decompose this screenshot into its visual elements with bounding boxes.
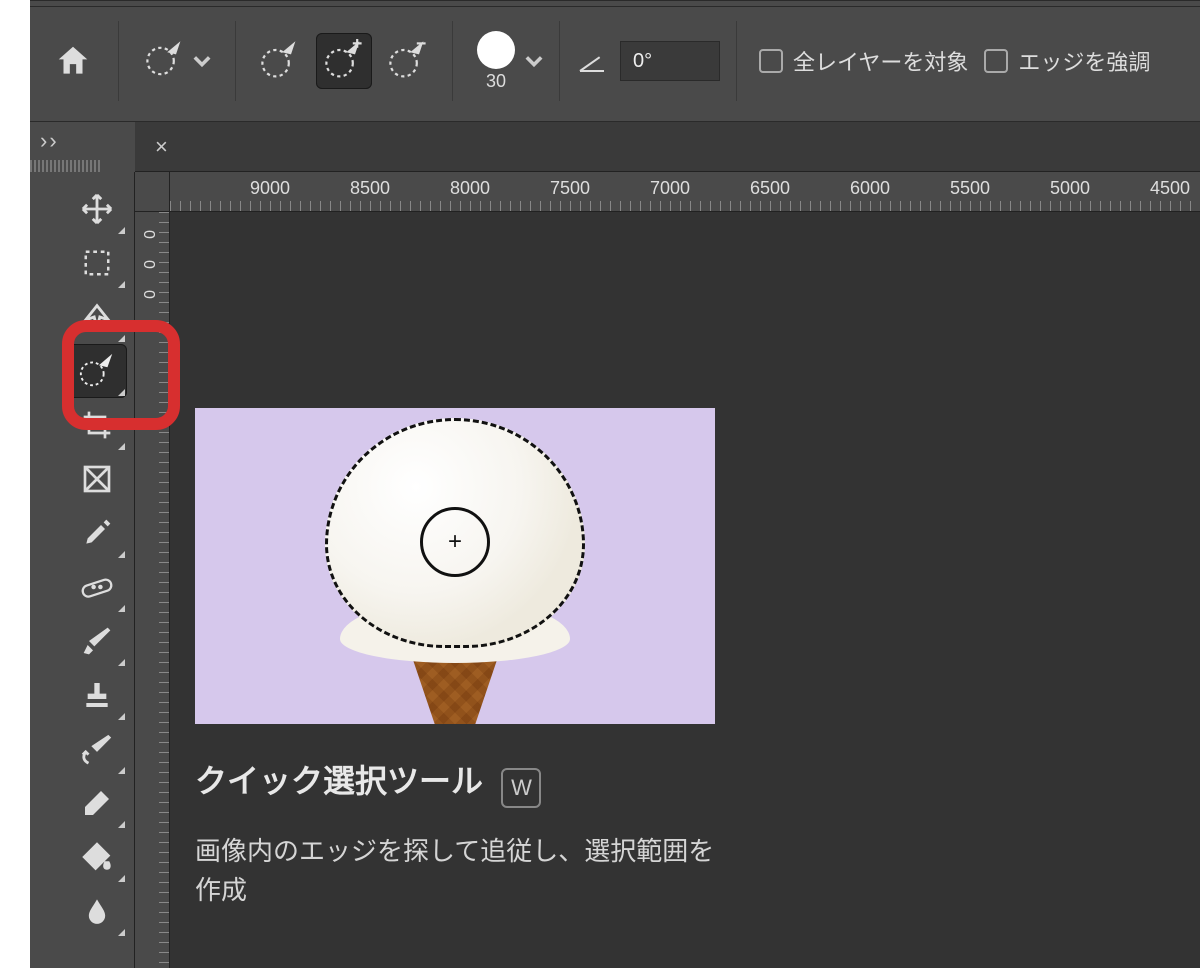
ruler-tick: 8500 — [350, 178, 390, 199]
ruler-tick: 7000 — [650, 178, 690, 199]
droplet-icon — [83, 895, 111, 927]
stamp-icon — [81, 679, 113, 711]
selection-mode-group — [252, 33, 436, 89]
brush-picker[interactable]: 30 — [477, 31, 515, 92]
quick-select-subtract-icon — [386, 39, 430, 83]
divider — [559, 21, 560, 101]
divider — [736, 21, 737, 101]
subtract-from-selection-button[interactable] — [380, 33, 436, 89]
tooltip-shortcut-key: W — [501, 768, 541, 808]
enhance-edge-option[interactable]: エッジを強調 — [984, 45, 1150, 77]
document-tab-bar: ›› × — [135, 122, 1200, 172]
tool-preset-picker[interactable] — [135, 33, 219, 89]
ruler-tick: 0 — [139, 290, 157, 299]
tab-close-button[interactable]: × — [155, 134, 168, 160]
healing-brush-tool[interactable] — [67, 560, 127, 614]
divider — [235, 21, 236, 101]
quick-select-new-icon — [258, 39, 302, 83]
quick-select-add-icon — [322, 39, 366, 83]
tooltip-description: 画像内のエッジを探して追従し、選択範囲を作成 — [195, 832, 715, 910]
move-icon — [80, 192, 114, 226]
brush-angle-group — [580, 41, 720, 81]
add-to-selection-button[interactable] — [316, 33, 372, 89]
clone-stamp-tool[interactable] — [67, 668, 127, 722]
eyedropper-tool[interactable] — [67, 506, 127, 560]
ruler-tick: 7500 — [550, 178, 590, 199]
gradient-tool[interactable] — [67, 830, 127, 884]
vertical-ruler[interactable]: 0 0 0 4 — [135, 172, 170, 968]
eraser-tool[interactable] — [67, 776, 127, 830]
move-tool[interactable] — [67, 182, 127, 236]
ruler-tick: 9000 — [250, 178, 290, 199]
history-brush-tool[interactable] — [67, 722, 127, 776]
ruler-origin-corner[interactable] — [135, 172, 170, 212]
ruler-tick: 6000 — [850, 178, 890, 199]
new-selection-button[interactable] — [252, 33, 308, 89]
checkbox-unchecked-icon[interactable] — [984, 49, 1008, 73]
divider — [452, 21, 453, 101]
tooltip-preview-image: + — [195, 408, 715, 724]
crop-icon — [81, 409, 113, 441]
cursor-plus-icon: + — [448, 528, 462, 556]
brush-tool[interactable] — [67, 614, 127, 668]
ruler-tick: 0 — [139, 260, 157, 269]
ruler-tick: 5000 — [1050, 178, 1090, 199]
frame-icon — [81, 463, 113, 495]
toolbox-grip[interactable] — [30, 160, 100, 172]
enhance-edge-label: エッジを強調 — [1018, 45, 1150, 77]
quick-select-icon — [78, 352, 116, 390]
tooltip-title: クイック選択ツール — [195, 756, 483, 802]
bandage-icon — [80, 574, 114, 600]
quick-selection-tool[interactable] — [67, 344, 127, 398]
home-button[interactable] — [48, 36, 98, 86]
ruler-tick: 4 — [139, 322, 157, 331]
quick-select-icon — [143, 39, 187, 83]
crop-tool[interactable] — [67, 398, 127, 452]
ruler-tick: 8000 — [450, 178, 490, 199]
sample-all-layers-label: 全レイヤーを対象 — [793, 45, 968, 77]
marquee-icon — [82, 248, 112, 278]
ruler-tick: 6500 — [750, 178, 790, 199]
brush-cursor: + — [420, 507, 490, 577]
ruler-tick: 5500 — [950, 178, 990, 199]
ruler-tick: 4500 — [1150, 178, 1190, 199]
history-brush-icon — [80, 732, 114, 766]
eyedropper-icon — [81, 517, 113, 549]
horizontal-ruler[interactable]: 9000 8500 8000 7500 7000 6500 6000 5500 … — [170, 172, 1200, 212]
lasso-tool[interactable] — [67, 290, 127, 344]
eraser-icon — [81, 787, 113, 819]
checkbox-unchecked-icon[interactable] — [759, 49, 783, 73]
expand-panels-button[interactable]: ›› — [40, 128, 59, 154]
angle-icon — [580, 46, 610, 76]
chevron-down-icon[interactable] — [525, 52, 543, 70]
divider — [118, 21, 119, 101]
angle-input[interactable] — [620, 41, 720, 81]
chevron-down-icon — [193, 52, 211, 70]
brush-size-label: 30 — [486, 71, 506, 92]
ruler-tick: 0 — [139, 230, 157, 239]
lasso-icon — [80, 300, 114, 334]
brush-preview-circle — [477, 31, 515, 69]
tool-tooltip: クイック選択ツール W 画像内のエッジを探して追従し、選択範囲を作成 — [195, 756, 715, 910]
home-icon — [54, 42, 92, 80]
marquee-tool[interactable] — [67, 236, 127, 290]
sample-all-layers-option[interactable]: 全レイヤーを対象 — [759, 45, 968, 77]
brush-icon — [81, 625, 113, 657]
blur-tool[interactable] — [67, 884, 127, 938]
options-bar: 30 全レイヤーを対象 エッジを強調 — [30, 0, 1200, 122]
paint-bucket-icon — [80, 840, 114, 874]
frame-tool[interactable] — [67, 452, 127, 506]
toolbox — [60, 172, 135, 968]
